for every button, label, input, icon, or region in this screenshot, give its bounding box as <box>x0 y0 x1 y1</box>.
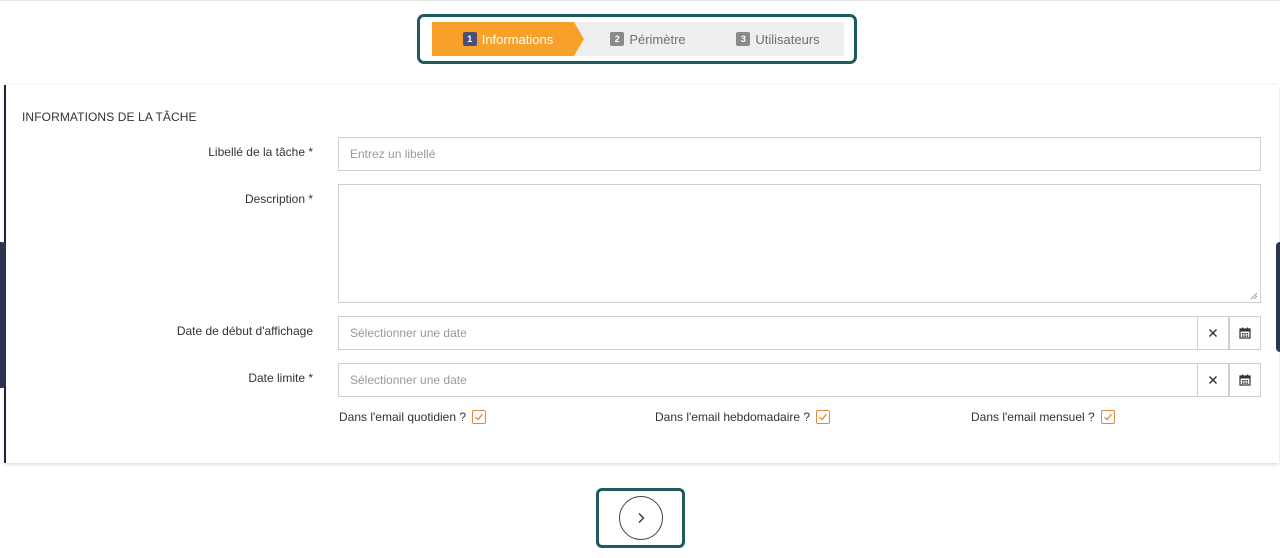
monthly-email-option[interactable]: Dans l'email mensuel ? <box>971 410 1115 424</box>
weekly-email-option[interactable]: Dans l'email hebdomadaire ? <box>655 410 831 424</box>
daily-email-label: Dans l'email quotidien ? <box>339 410 467 424</box>
task-label-input[interactable]: Entrez un libellé <box>338 137 1261 171</box>
start-date-placeholder: Sélectionner une date <box>350 326 467 340</box>
top-divider <box>0 0 1280 1</box>
step-perimetre[interactable]: 2 Périmètre <box>574 22 722 56</box>
step-informations[interactable]: 1 Informations <box>432 22 584 56</box>
due-date-calendar-button[interactable] <box>1229 363 1261 397</box>
monthly-email-checkbox[interactable] <box>1100 410 1115 424</box>
right-side-tab[interactable] <box>1276 242 1280 352</box>
description-textarea[interactable] <box>338 184 1261 303</box>
monthly-email-label: Dans l'email mensuel ? <box>971 410 1095 424</box>
close-icon <box>1209 376 1217 384</box>
step-number: 1 <box>462 32 477 46</box>
weekly-email-label: Dans l'email hebdomadaire ? <box>655 410 811 424</box>
due-date-label: Date limite * <box>248 371 313 385</box>
next-step-button[interactable] <box>619 496 663 540</box>
start-date-label: Date de début d'affichage <box>176 324 313 338</box>
step-number: 2 <box>610 32 625 46</box>
start-date-input[interactable]: Sélectionner une date <box>338 316 1198 350</box>
daily-email-checkbox[interactable] <box>472 410 487 424</box>
step-label: Utilisateurs <box>755 31 820 47</box>
calendar-icon <box>1239 374 1251 386</box>
calendar-icon <box>1239 327 1251 339</box>
description-label: Description * <box>244 192 313 206</box>
close-icon <box>1209 329 1217 337</box>
step-utilisateurs[interactable]: 3 Utilisateurs <box>712 22 844 56</box>
daily-email-option[interactable]: Dans l'email quotidien ? <box>339 410 487 424</box>
check-icon <box>475 413 484 421</box>
step-label: Périmètre <box>629 31 686 47</box>
due-date-clear-button[interactable] <box>1197 363 1229 397</box>
task-label-placeholder: Entrez un libellé <box>350 147 436 161</box>
check-icon <box>819 413 828 421</box>
step-label: Informations <box>481 31 554 47</box>
step-number: 3 <box>736 32 751 46</box>
weekly-email-checkbox[interactable] <box>816 410 831 424</box>
resize-handle-icon[interactable] <box>1250 292 1258 300</box>
left-side-tab[interactable] <box>0 242 6 388</box>
section-title: INFORMATIONS DE LA TÂCHE <box>22 110 197 124</box>
start-date-calendar-button[interactable] <box>1229 316 1261 350</box>
due-date-placeholder: Sélectionner une date <box>350 373 467 387</box>
chevron-right-icon <box>638 513 645 523</box>
due-date-input[interactable]: Sélectionner une date <box>338 363 1198 397</box>
task-label-label: Libellé de la tâche * <box>208 145 313 159</box>
check-icon <box>1103 413 1112 421</box>
start-date-clear-button[interactable] <box>1197 316 1229 350</box>
